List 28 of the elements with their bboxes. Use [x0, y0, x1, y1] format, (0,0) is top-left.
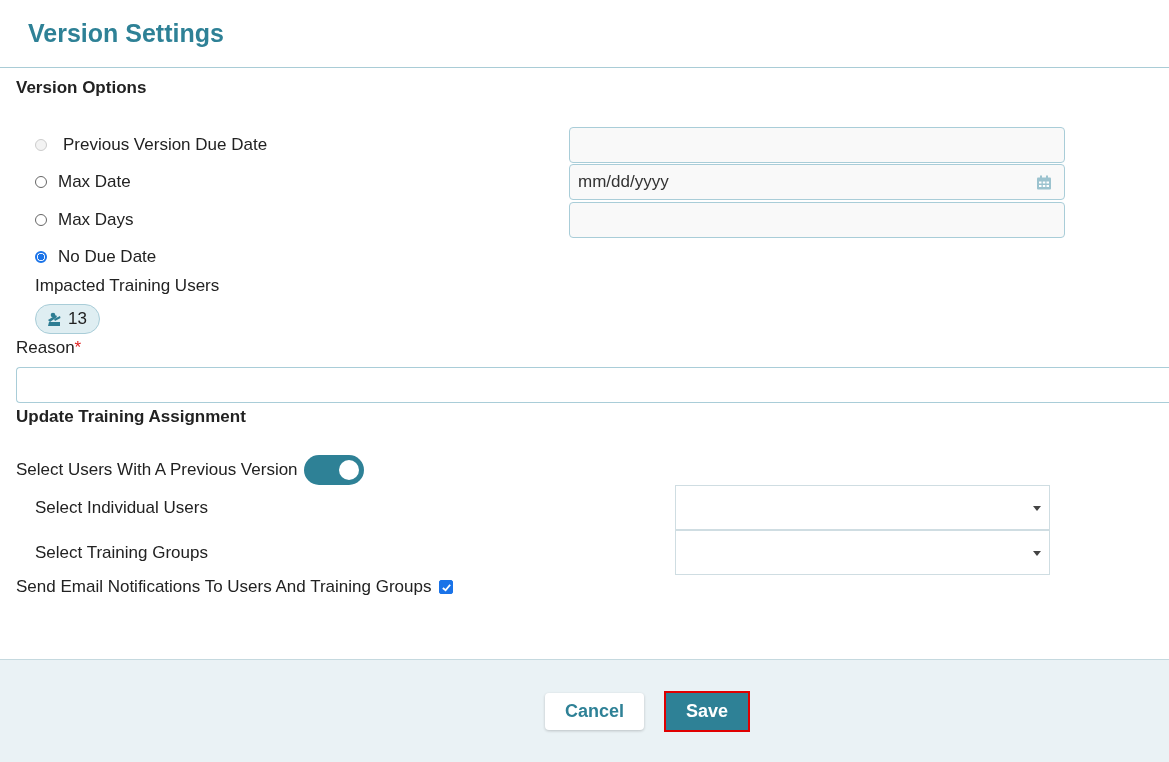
radio-label: Max Date — [58, 172, 131, 193]
field-label: Reason — [16, 338, 75, 357]
input-field[interactable]: mm/dd/yyyy — [569, 164, 1065, 201]
input-field[interactable] — [569, 126, 1065, 163]
dropdown-field[interactable] — [675, 530, 1050, 575]
reason-input[interactable] — [16, 367, 1169, 403]
footer-button[interactable]: Cancel — [544, 692, 644, 730]
users-icon — [46, 311, 62, 327]
footer-button[interactable]: Save — [666, 692, 749, 730]
dropdown-field[interactable] — [675, 485, 1050, 530]
select-label: Select Individual Users — [35, 497, 209, 518]
select-label: Select Training Groups — [35, 542, 209, 563]
impacted-users-label: Impacted Training Users — [34, 276, 221, 296]
checkbox-label: Send Email Notifications To Users And Training Groups — [16, 577, 432, 597]
section-heading: Update Training Assignment — [16, 407, 247, 427]
radio-label: Previous Version Due Date — [63, 134, 268, 155]
calendar-icon[interactable] — [1036, 173, 1052, 191]
toggle-switch[interactable] — [303, 455, 364, 485]
section-heading: Version Options — [16, 78, 148, 98]
radio-label: Max Days — [58, 209, 134, 230]
page-title: Version Settings — [28, 19, 224, 48]
user-count-badge[interactable]: 13 — [35, 304, 100, 334]
required-mark: * — [74, 338, 82, 357]
checkbox[interactable] — [439, 580, 454, 594]
toggle-label: Select Users With A Previous Version — [16, 460, 298, 480]
radio-label: No Due Date — [58, 247, 157, 268]
radio-button[interactable] — [35, 251, 47, 264]
input-field[interactable] — [569, 201, 1065, 238]
